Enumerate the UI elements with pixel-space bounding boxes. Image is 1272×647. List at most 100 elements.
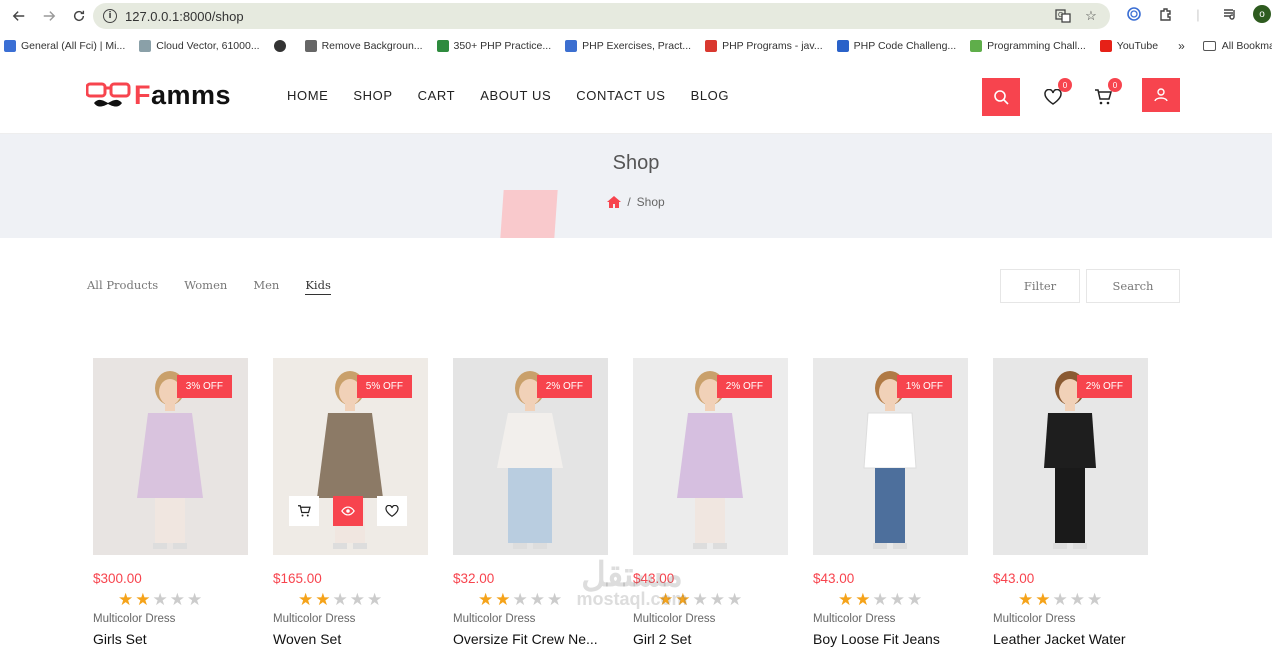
product-rating: ★★★★★ — [118, 591, 248, 608]
star-icon: ★ — [727, 590, 745, 609]
tab-women[interactable]: Women — [184, 278, 227, 295]
bookmark-favicon-icon — [436, 40, 449, 52]
product-rating: ★★★★★ — [838, 591, 968, 608]
star-icon: ★ — [889, 590, 907, 609]
wishlist-button[interactable]: 0 — [1042, 78, 1072, 108]
nav-shop[interactable]: SHOP — [353, 88, 392, 103]
nav-about-us[interactable]: ABOUT US — [480, 88, 551, 103]
site-info-icon[interactable]: i — [103, 9, 117, 23]
header-search-button[interactable] — [982, 78, 1020, 116]
star-icon: ★ — [872, 590, 890, 609]
site-header: Famms HOME SHOP CART ABOUT US CONTACT US BLOG… — [0, 60, 1272, 134]
product-thumbnail[interactable]: 3% OFF — [93, 358, 248, 555]
star-icon: ★ — [118, 590, 136, 609]
product-card[interactable]: 2% OFF $43.00 ★★★★★ Multicolor Dress Lea… — [993, 358, 1148, 647]
profile-avatar[interactable]: o — [1253, 5, 1271, 23]
product-thumbnail[interactable]: 1% OFF — [813, 358, 968, 555]
product-card[interactable]: 2% OFF $43.00 ★★★★★ Multicolor Dress Gir… — [633, 358, 788, 647]
product-name[interactable]: Girl 2 Set — [633, 631, 788, 647]
bookmark-star-icon[interactable]: ☆ — [1082, 7, 1100, 25]
product-thumbnail[interactable]: 2% OFF — [453, 358, 608, 555]
quick-view-button[interactable] — [333, 496, 363, 526]
bookmark-label: PHP Programs - jav... — [722, 40, 823, 52]
product-rating: ★★★★★ — [298, 591, 428, 608]
product-card[interactable]: 5% OFF $165.00 ★★★★★ Multicolor Dress Wo… — [273, 358, 428, 647]
product-name[interactable]: Woven Set — [273, 631, 428, 647]
add-to-wishlist-button[interactable] — [377, 496, 407, 526]
star-icon: ★ — [367, 590, 385, 609]
product-name[interactable]: Boy Loose Fit Jeans — [813, 631, 968, 647]
bookmark-item[interactable]: General (All Fci) | Mi... — [4, 40, 125, 52]
bookmark-item[interactable]: PHP Programs - jav... — [705, 40, 823, 52]
product-card[interactable]: 3% OFF $300.00 ★★★★★ Multicolor Dress Gi… — [93, 358, 248, 647]
media-icon[interactable] — [1221, 5, 1239, 23]
nav-contact-us[interactable]: CONTACT US — [576, 88, 665, 103]
extensions-icon[interactable] — [1157, 5, 1175, 23]
product-name[interactable]: Girls Set — [93, 631, 248, 647]
cart-button[interactable]: 0 — [1092, 78, 1122, 108]
tab-kids[interactable]: Kids — [305, 278, 331, 295]
bookmark-item[interactable]: 350+ PHP Practice... — [436, 40, 551, 52]
tab-men[interactable]: Men — [253, 278, 279, 295]
product-thumbnail[interactable]: 2% OFF — [993, 358, 1148, 555]
breadcrumb-current: Shop — [636, 195, 665, 209]
category-tabs: All Products Women Men Kids — [87, 278, 331, 295]
back-icon[interactable] — [8, 5, 30, 27]
url-text: 127.0.0.1:8000/shop — [125, 8, 244, 24]
user-icon — [1154, 88, 1168, 102]
product-thumbnail[interactable]: 5% OFF — [273, 358, 428, 555]
bookmarks-overflow-icon[interactable]: » — [1178, 39, 1185, 53]
discount-badge: 3% OFF — [176, 375, 232, 398]
nav-blog[interactable]: BLOG — [691, 88, 730, 103]
address-bar[interactable]: i 127.0.0.1:8000/shop G ☆ — [93, 3, 1110, 29]
cart-icon — [1095, 89, 1112, 105]
bookmark-favicon-icon — [273, 40, 286, 52]
bookmark-item[interactable]: PHP Exercises, Pract... — [565, 40, 691, 52]
all-bookmarks-folder[interactable]: All Bookmarks — [1202, 40, 1272, 52]
bookmark-item[interactable]: PHP Code Challeng... — [836, 40, 956, 52]
product-name[interactable]: Leather Jacket Water — [993, 631, 1148, 647]
bookmark-label: Programming Chall... — [987, 40, 1086, 52]
bookmark-favicon-icon — [4, 40, 16, 52]
star-icon: ★ — [907, 590, 925, 609]
filter-button[interactable]: Filter — [1000, 269, 1080, 303]
product-category: Multicolor Dress — [93, 613, 176, 625]
star-icon: ★ — [512, 590, 530, 609]
product-card[interactable]: 1% OFF $43.00 ★★★★★ Multicolor Dress Boy… — [813, 358, 968, 647]
nav-cart[interactable]: CART — [418, 88, 456, 103]
discount-badge: 2% OFF — [1076, 375, 1132, 398]
search-button[interactable]: Search — [1086, 269, 1180, 303]
translate-icon[interactable]: G — [1054, 7, 1072, 25]
bookmark-favicon-icon — [970, 40, 983, 52]
bookmark-item[interactable]: YouTube — [1099, 40, 1158, 52]
forward-icon[interactable] — [38, 5, 60, 27]
product-card[interactable]: 2% OFF $32.00 ★★★★★ Multicolor Dress Ove… — [453, 358, 608, 647]
site-logo[interactable]: Famms — [86, 80, 231, 111]
bookmark-item[interactable]: Remove Backgroun... — [304, 40, 423, 52]
product-thumbnail[interactable]: 2% OFF — [633, 358, 788, 555]
product-category: Multicolor Dress — [813, 613, 896, 625]
bookmark-item[interactable]: Programming Chall... — [970, 40, 1086, 52]
add-to-cart-button[interactable] — [289, 496, 319, 526]
star-icon: ★ — [1069, 590, 1087, 609]
divider: | — [1196, 6, 1200, 22]
lens-icon[interactable] — [1125, 5, 1143, 23]
bookmark-item[interactable]: Cloud Vector, 61000... — [139, 40, 260, 52]
cart-icon — [298, 505, 311, 517]
reload-icon[interactable] — [68, 5, 90, 27]
star-icon: ★ — [152, 590, 170, 609]
star-icon: ★ — [315, 590, 333, 609]
home-icon[interactable] — [607, 196, 622, 208]
product-category: Multicolor Dress — [993, 613, 1076, 625]
star-icon: ★ — [1035, 590, 1053, 609]
product-actions — [289, 496, 421, 526]
product-price: $43.00 — [813, 571, 855, 586]
discount-badge: 5% OFF — [356, 375, 412, 398]
brand-name: Famms — [134, 80, 232, 110]
bookmark-item[interactable] — [273, 40, 291, 52]
product-name[interactable]: Oversize Fit Crew Ne... — [453, 631, 608, 647]
eye-icon — [341, 506, 355, 516]
account-button[interactable] — [1142, 78, 1180, 112]
tab-all-products[interactable]: All Products — [87, 278, 158, 295]
nav-home[interactable]: HOME — [287, 88, 328, 103]
